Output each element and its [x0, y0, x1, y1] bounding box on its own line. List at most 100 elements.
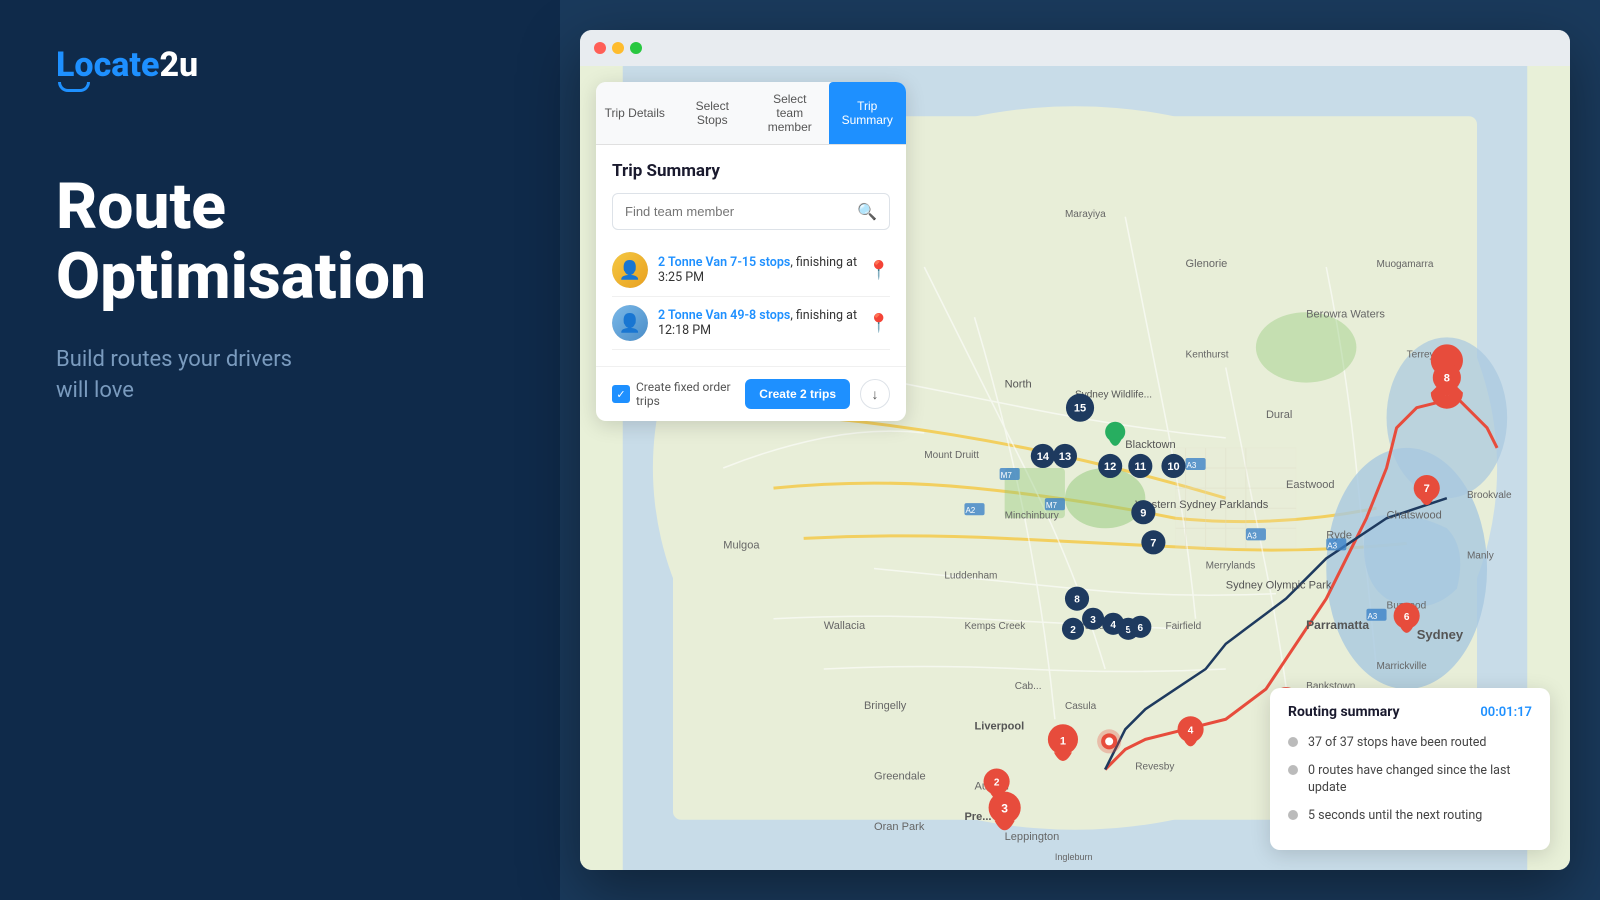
routing-summary-title: Routing summary [1288, 704, 1400, 720]
svg-text:3: 3 [1001, 802, 1008, 816]
summary-dot-2 [1288, 765, 1298, 775]
summary-text-2: 0 routes have changed since the last upd… [1308, 762, 1532, 797]
svg-text:Brookvale: Brookvale [1467, 490, 1512, 501]
svg-text:Fairfield: Fairfield [1165, 621, 1201, 632]
svg-text:Blacktown: Blacktown [1125, 439, 1175, 451]
svg-text:Mulgoa: Mulgoa [723, 539, 760, 551]
page-headline: Route Optimisation [56, 172, 504, 313]
avatar-face-1: 👤 [612, 252, 648, 288]
svg-text:8: 8 [1074, 595, 1080, 606]
summary-text-3: 5 seconds until the next routing [1308, 807, 1482, 825]
svg-text:A2: A2 [965, 506, 975, 515]
summary-dot-3 [1288, 810, 1298, 820]
summary-item-3: 5 seconds until the next routing [1288, 807, 1532, 825]
summary-item-1: 37 of 37 stops have been routed [1288, 734, 1532, 752]
svg-text:Mount Druitt: Mount Druitt [924, 450, 979, 461]
svg-text:Casula: Casula [1065, 701, 1097, 712]
right-panel: Penrith Jamisontown Mulgoa Wallacia Brin… [560, 0, 1600, 900]
svg-text:Luddenham: Luddenham [944, 571, 997, 582]
svg-text:Minchinbury: Minchinbury [1005, 510, 1059, 521]
svg-text:Pre...: Pre... [964, 811, 991, 823]
svg-text:2: 2 [994, 778, 1000, 789]
svg-text:7: 7 [1150, 537, 1156, 549]
svg-text:1: 1 [1060, 735, 1066, 747]
logo-2u: 2u [159, 45, 198, 85]
tab-select-team-member[interactable]: Select team member [751, 82, 829, 144]
minimize-button-dot[interactable] [612, 42, 624, 54]
trip-footer: ✓ Create fixed order trips Create 2 trip… [596, 366, 906, 421]
svg-text:Manly: Manly [1467, 550, 1494, 561]
browser-controls [594, 42, 642, 54]
svg-text:14: 14 [1037, 451, 1050, 463]
svg-text:Marrickville: Marrickville [1377, 661, 1428, 672]
route-info-2: 2 Tonne Van 49-8 stops, finishing at 12:… [658, 308, 858, 338]
svg-text:North: North [1005, 379, 1032, 391]
download-button[interactable]: ↓ [860, 379, 890, 409]
logo-locate: Locate [56, 45, 159, 85]
team-member-search[interactable]: 🔍 [612, 193, 890, 230]
summary-text-1: 37 of 37 stops have been routed [1308, 734, 1486, 752]
logo: Locate2u [56, 48, 504, 92]
routing-summary-header: Routing summary 00:01:17 [1288, 704, 1532, 720]
svg-text:Sydney Olympic Park: Sydney Olympic Park [1226, 580, 1332, 592]
svg-text:Berowra Waters: Berowra Waters [1306, 308, 1385, 320]
svg-text:Wallacia: Wallacia [824, 620, 866, 632]
tab-select-stops[interactable]: Select Stops [674, 82, 752, 144]
avatar-face-2: 👤 [612, 305, 648, 341]
svg-text:A3: A3 [1187, 461, 1197, 470]
route-info-1: 2 Tonne Van 7-15 stops, finishing at 3:2… [658, 255, 858, 285]
summary-dot-1 [1288, 737, 1298, 747]
trip-panel-title: Trip Summary [612, 161, 890, 181]
close-button-dot[interactable] [594, 42, 606, 54]
avatar-2: 👤 [612, 305, 648, 341]
svg-text:12: 12 [1104, 461, 1116, 473]
checkbox-label: Create fixed order trips [636, 380, 735, 408]
search-input[interactable] [625, 204, 857, 219]
fixed-order-checkbox-area[interactable]: ✓ Create fixed order trips [612, 380, 735, 408]
svg-text:15: 15 [1074, 403, 1086, 415]
svg-text:Revesby: Revesby [1135, 762, 1174, 773]
svg-text:6: 6 [1404, 612, 1410, 623]
browser-window: Penrith Jamisontown Mulgoa Wallacia Brin… [580, 30, 1570, 870]
svg-text:Merrylands: Merrylands [1206, 561, 1256, 572]
svg-text:13: 13 [1059, 451, 1071, 463]
svg-text:3: 3 [1090, 615, 1096, 626]
svg-text:Sydney: Sydney [1417, 627, 1464, 642]
svg-text:Kenthurst: Kenthurst [1186, 349, 1229, 360]
svg-text:2: 2 [1070, 625, 1076, 636]
svg-text:Greendale: Greendale [874, 771, 926, 783]
tab-trip-details[interactable]: Trip Details [596, 82, 674, 144]
search-icon[interactable]: 🔍 [857, 202, 877, 221]
svg-text:Bringelly: Bringelly [864, 700, 907, 712]
svg-text:11: 11 [1134, 461, 1146, 473]
svg-text:Leppington: Leppington [1005, 831, 1060, 843]
svg-text:Chatswood: Chatswood [1387, 509, 1442, 521]
svg-text:Muogamarra: Muogamarra [1377, 259, 1434, 270]
svg-text:Western Sydney Parklands: Western Sydney Parklands [1135, 499, 1269, 511]
create-trips-button[interactable]: Create 2 trips [745, 379, 850, 409]
tab-trip-summary[interactable]: Trip Summary [829, 82, 907, 144]
route-pin-2: 📍 [868, 313, 890, 334]
left-panel: Locate2u Route Optimisation Build routes… [0, 0, 560, 900]
route-name-1: 2 Tonne Van 7-15 stops [658, 255, 790, 270]
route-pin-1: 📍 [868, 260, 890, 281]
svg-text:9: 9 [1140, 507, 1146, 519]
summary-item-2: 0 routes have changed since the last upd… [1288, 762, 1532, 797]
svg-text:Glenorie: Glenorie [1186, 258, 1228, 270]
svg-text:8: 8 [1444, 373, 1450, 385]
routing-timer: 00:01:17 [1480, 705, 1532, 720]
trip-panel: Trip Details Select Stops Select team me… [596, 82, 906, 421]
svg-text:A3: A3 [1247, 531, 1257, 540]
svg-text:A3: A3 [1327, 541, 1337, 550]
svg-text:Parramatta: Parramatta [1306, 618, 1369, 632]
checkbox-icon: ✓ [612, 385, 630, 403]
page-subheadline: Build routes your drivers will love [56, 345, 504, 407]
svg-text:Oran Park: Oran Park [874, 821, 925, 833]
svg-text:M7: M7 [1046, 501, 1058, 510]
route-item-2: 👤 2 Tonne Van 49-8 stops, finishing at 1… [612, 297, 890, 350]
route-name-2: 2 Tonne Van 49-8 stops [658, 308, 790, 323]
svg-text:6: 6 [1138, 623, 1144, 634]
maximize-button-dot[interactable] [630, 42, 642, 54]
svg-text:4: 4 [1188, 725, 1194, 736]
svg-text:A3: A3 [1367, 612, 1377, 621]
